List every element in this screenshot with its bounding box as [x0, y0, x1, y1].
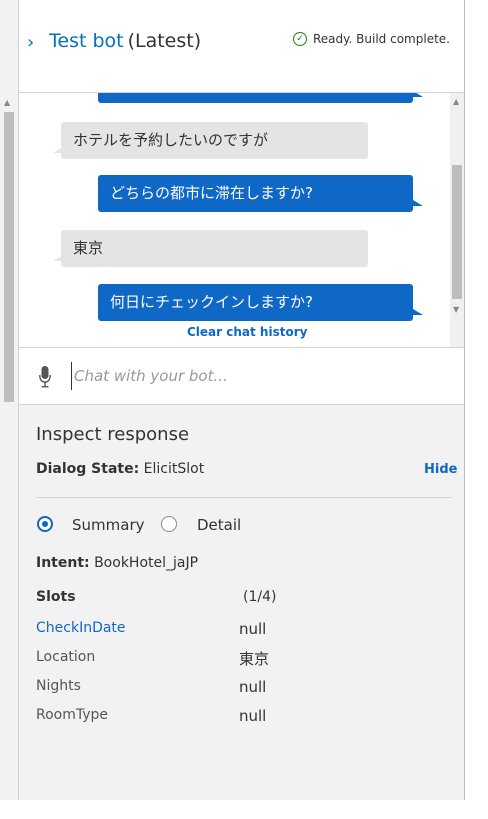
test-bot-panel: ▲ › Test bot (Latest) ✓ Ready. Build comp…	[0, 0, 465, 800]
hide-link[interactable]: Hide	[424, 462, 457, 477]
chat-scrollbar[interactable]: ▲ ▼	[450, 93, 464, 347]
scroll-up-arrow-icon[interactable]: ▲	[4, 98, 10, 107]
divider	[36, 497, 452, 498]
slot-value: null	[239, 620, 267, 638]
chat-input-row	[19, 347, 464, 405]
intent: Intent: BookHotel_jaJP	[36, 555, 198, 571]
chat-bubble-bot: どちらの都市に滞在しますか?	[98, 175, 423, 212]
inspect-response-section: Inspect response Dialog State: ElicitSlo…	[19, 404, 464, 800]
slot-value: null	[239, 707, 267, 725]
dialog-state-value: ElicitSlot	[143, 461, 205, 477]
bot-title[interactable]: Test bot (Latest)	[49, 30, 201, 52]
slot-value: 東京	[239, 650, 270, 668]
slot-name-nights: Nights	[36, 678, 81, 694]
microphone-icon[interactable]	[39, 366, 51, 388]
build-status-text: Ready. Build complete.	[313, 32, 450, 46]
slots-count: (1/4)	[243, 589, 277, 605]
slot-name-location: Location	[36, 649, 96, 665]
torn-edge	[0, 800, 488, 819]
left-scroll-thumb[interactable]	[4, 112, 14, 402]
intent-label: Intent:	[36, 555, 90, 571]
intent-value: BookHotel_jaJP	[94, 555, 199, 571]
detail-radio-label[interactable]: Detail	[197, 516, 241, 534]
chat-bubble-bot-partial	[98, 93, 423, 103]
left-scrollbar[interactable]: ▲	[0, 0, 19, 800]
build-status: ✓ Ready. Build complete.	[293, 32, 450, 46]
dialog-state: Dialog State: ElicitSlot	[36, 461, 204, 477]
inspect-response-title: Inspect response	[36, 424, 190, 445]
slot-name-checkindate[interactable]: CheckInDate	[36, 620, 126, 636]
chat-bubble-user: 東京	[53, 230, 368, 267]
summary-radio[interactable]	[37, 516, 53, 532]
scroll-up-arrow-icon[interactable]: ▲	[453, 97, 459, 106]
scroll-down-arrow-icon[interactable]: ▼	[453, 305, 459, 314]
chat-bubble-user: ホテルを予約したいのですが	[53, 122, 368, 159]
chat-history: ホテルを予約したいのですが どちらの都市に滞在しますか? 東京 何日にチェックイ…	[19, 93, 464, 347]
test-bot-header: › Test bot (Latest) ✓ Ready. Build comple…	[19, 0, 464, 93]
slot-value: null	[239, 678, 267, 696]
slots-heading: Slots	[36, 589, 76, 605]
summary-radio-label[interactable]: Summary	[72, 516, 145, 534]
bot-name: Test bot	[49, 30, 124, 52]
bot-version: (Latest)	[127, 30, 202, 52]
dialog-state-label: Dialog State:	[36, 461, 140, 477]
check-circle-icon: ✓	[293, 32, 307, 46]
chat-bubble-bot: 何日にチェックインしますか?	[98, 284, 423, 321]
chat-scroll-thumb[interactable]	[452, 165, 462, 299]
chat-input[interactable]	[71, 362, 446, 390]
slot-name-roomtype: RoomType	[36, 707, 109, 723]
clear-chat-history-link[interactable]: Clear chat history	[187, 325, 307, 339]
chevron-right-icon[interactable]: ›	[27, 32, 34, 53]
detail-radio[interactable]	[161, 516, 177, 532]
